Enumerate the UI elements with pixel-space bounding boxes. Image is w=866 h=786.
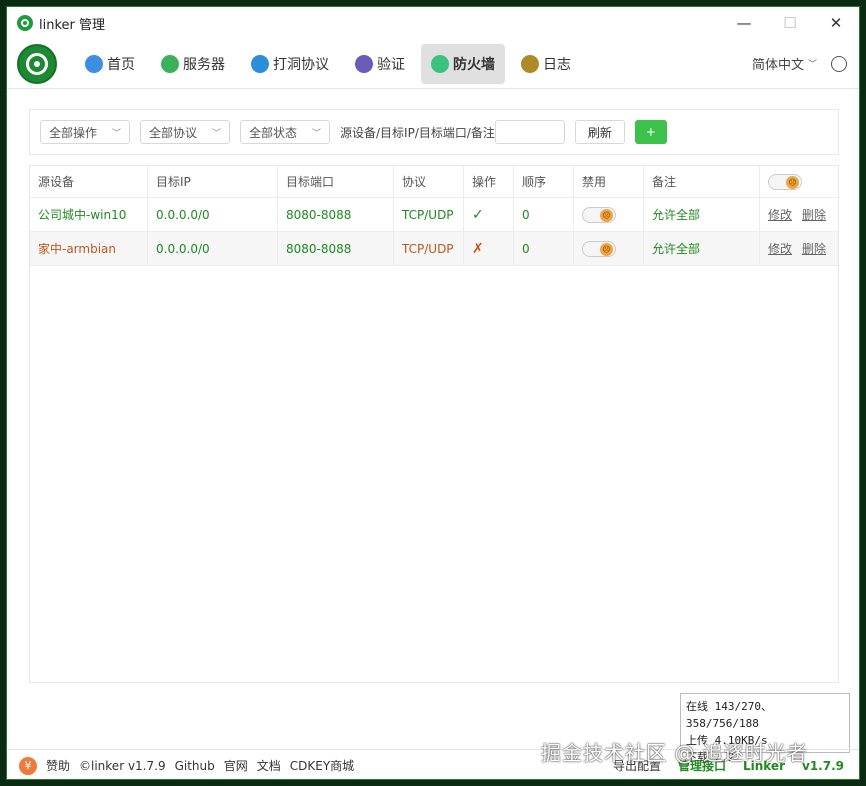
header-note: 备注	[644, 166, 760, 197]
shield-icon	[431, 54, 449, 73]
cell-ip: 0.0.0.0/0	[148, 232, 278, 265]
cell-disabled: ☹	[574, 198, 644, 231]
header-order: 顺序	[514, 166, 574, 197]
header-ip: 目标IP	[148, 166, 278, 197]
filter-label: 源设备/目标IP/目标端口/备注	[340, 125, 495, 140]
app-logo-icon	[17, 15, 33, 31]
sad-face-icon: ☹	[786, 175, 799, 189]
state-select-value: 全部状态	[249, 125, 298, 140]
add-rule-button[interactable]: +	[634, 120, 667, 144]
punch-icon	[251, 54, 269, 73]
yuan-icon: ¥	[19, 756, 37, 775]
cell-disabled: ☹	[574, 232, 644, 265]
cell-proto: TCP/UDP	[394, 232, 464, 265]
operation-select[interactable]: 全部操作 ﹀	[40, 120, 130, 144]
protocol-select-value: 全部协议	[149, 125, 198, 140]
delete-link[interactable]: 删除	[802, 206, 826, 223]
chevron-down-icon: ﹀	[211, 128, 221, 139]
header-src: 源设备	[30, 166, 148, 197]
cell-note: 允许全部	[644, 198, 760, 231]
table-row: 公司城中-win10 0.0.0.0/0 8080-8088 TCP/UDP ✓ 0 ☹ 允许…	[30, 198, 838, 232]
nav-item-2[interactable]: 打洞协议	[241, 44, 339, 84]
main-nav: 首页 服务器 打洞协议 验证 防火墙 日志 简体中文 ﹀	[7, 39, 859, 89]
title-bar[interactable]: linker 管理 — ☐ ✕	[7, 7, 859, 39]
cell-op: ✓	[464, 198, 514, 231]
nav-item-4[interactable]: 防火墙	[421, 43, 505, 84]
state-select[interactable]: 全部状态 ﹀	[240, 120, 330, 144]
maximize-button[interactable]: ☐	[767, 7, 813, 39]
chevron-down-icon: ﹀	[807, 60, 817, 70]
header-disabled: 禁用	[574, 166, 644, 197]
header-toggle-cell: ☹	[760, 166, 838, 197]
nav-item-label: 打洞协议	[273, 56, 329, 73]
cell-op: ✗	[464, 232, 514, 265]
github-link[interactable]: Github	[175, 759, 215, 773]
nav-item-3[interactable]: 验证	[345, 44, 415, 84]
log-icon	[521, 54, 539, 73]
app-window: linker 管理 — ☐ ✕ 首页 服务器 打洞协议 验证 防火墙 日志 简体中文 ﹀ …	[6, 6, 860, 780]
cell-port: 8080-8088	[278, 232, 394, 265]
nav-item-5[interactable]: 日志	[511, 44, 581, 84]
docs-link[interactable]: 文档	[257, 757, 281, 774]
cell-port: 8080-8088	[278, 198, 394, 231]
sponsor-link[interactable]: 赞助	[46, 757, 70, 774]
toggle-all-switch[interactable]: ☹	[768, 173, 802, 190]
theme-toggle-icon[interactable]	[831, 55, 847, 72]
cell-actions: 修改 删除	[760, 198, 838, 231]
header-port: 目标端口	[278, 166, 394, 197]
disable-switch[interactable]: ☹	[582, 240, 616, 257]
minimize-button[interactable]: —	[721, 7, 767, 39]
table-row: 家中-armbian 0.0.0.0/0 8080-8088 TCP/UDP ✗ 0 ☹ 允许…	[30, 232, 838, 266]
language-select[interactable]: 简体中文	[752, 54, 804, 73]
nav-item-label: 验证	[377, 56, 405, 73]
operation-select-value: 全部操作	[49, 125, 98, 140]
cell-note: 允许全部	[644, 232, 760, 265]
home-icon	[85, 54, 103, 73]
nav-item-0[interactable]: 首页	[75, 44, 145, 84]
chevron-down-icon: ﹀	[111, 128, 121, 139]
cell-src: 公司城中-win10	[30, 198, 148, 231]
window-title: linker 管理	[39, 17, 106, 33]
lock-icon	[355, 54, 373, 73]
linker-logo-icon	[17, 43, 57, 84]
nav-item-label: 首页	[107, 56, 135, 73]
cell-proto: TCP/UDP	[394, 198, 464, 231]
cell-actions: 修改 删除	[760, 232, 838, 265]
cloud-icon	[161, 54, 179, 73]
header-op: 操作	[464, 166, 514, 197]
sad-face-icon: ☹	[600, 208, 613, 222]
cell-order: 0	[514, 198, 574, 231]
nav-item-label: 服务器	[183, 56, 225, 73]
delete-link[interactable]: 删除	[802, 240, 826, 257]
edit-link[interactable]: 修改	[768, 240, 792, 257]
watermark-text: 掘金技术社区 @ 追逐时光者	[541, 741, 808, 765]
refresh-button[interactable]: 刷新	[574, 120, 625, 144]
nav-item-label: 日志	[543, 56, 571, 73]
table-header: 源设备 目标IP 目标端口 协议 操作 顺序 禁用 备注 ☹	[30, 166, 838, 198]
nav-item-label: 防火墙	[453, 56, 495, 73]
copyright-link[interactable]: ©linker v1.7.9	[79, 759, 166, 773]
online-stat: 在线 143/270、358/756/188	[686, 700, 772, 730]
cell-ip: 0.0.0.0/0	[148, 198, 278, 231]
nav-item-1[interactable]: 服务器	[151, 44, 235, 84]
firewall-table: 源设备 目标IP 目标端口 协议 操作 顺序 禁用 备注 ☹ 公司城中-win1…	[29, 165, 839, 683]
filter-input[interactable]	[494, 120, 565, 144]
cell-order: 0	[514, 232, 574, 265]
close-button[interactable]: ✕	[813, 7, 859, 39]
website-link[interactable]: 官网	[224, 757, 248, 774]
edit-link[interactable]: 修改	[768, 206, 792, 223]
disable-switch[interactable]: ☹	[582, 206, 616, 223]
header-proto: 协议	[394, 166, 464, 197]
filter-toolbar: 全部操作 ﹀ 全部协议 ﹀ 全部状态 ﹀ 源设备/目标IP/目标端口/备注 刷新 +	[29, 109, 839, 155]
protocol-select[interactable]: 全部协议 ﹀	[140, 120, 230, 144]
version-label[interactable]: v1.7.9	[802, 759, 844, 773]
sad-face-icon: ☹	[600, 242, 613, 256]
cell-src: 家中-armbian	[30, 232, 148, 265]
chevron-down-icon: ﹀	[311, 128, 321, 139]
cdkey-link[interactable]: CDKEY商城	[290, 757, 354, 774]
